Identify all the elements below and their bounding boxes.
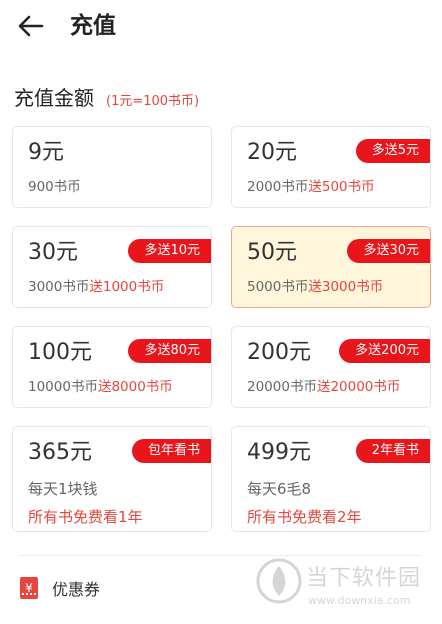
option-bonus-coins: 送500书币	[308, 179, 375, 195]
option-bonus-coins: 送8000书币	[97, 379, 173, 395]
watermark-logo-icon	[256, 558, 302, 604]
amount-option-20[interactable]: 20元 多送5元 2000书币送500书币	[231, 126, 431, 208]
plan-option-1-year[interactable]: 365元 包年看书 每天1块钱 所有书免费看1年	[12, 426, 212, 532]
option-coins: 5000书币送3000书币	[247, 278, 383, 296]
option-bonus-coins: 送1000书币	[89, 279, 165, 295]
back-button[interactable]	[12, 8, 48, 44]
option-coins: 3000书币送1000书币	[28, 278, 164, 296]
option-price: 200元	[247, 340, 311, 365]
option-bonus-coins: 送3000书币	[308, 279, 384, 295]
bonus-badge: 多送5元	[355, 139, 430, 163]
option-base-coins: 20000书币	[247, 379, 317, 395]
coupon-row[interactable]: ¥ 优惠券	[20, 574, 100, 602]
plan-benefit: 所有书免费看1年	[28, 508, 143, 526]
amount-option-200[interactable]: 200元 多送200元 20000书币送20000书币	[231, 326, 431, 408]
amount-section-header: 充值金额 (1元=100书币)	[14, 82, 199, 110]
amount-option-100[interactable]: 100元 多送80元 10000书币送8000书币	[12, 326, 212, 408]
bonus-badge: 多送30元	[347, 239, 430, 263]
plan-badge: 包年看书	[131, 439, 211, 463]
coupon-icon: ¥	[20, 577, 38, 599]
header: 充值	[0, 0, 442, 54]
recharge-page: 充值 充值金额 (1元=100书币) 9元 900书币 20元 多送5元 200…	[0, 0, 442, 624]
bonus-badge: 多送200元	[339, 339, 430, 363]
option-price: 30元	[28, 240, 78, 265]
plan-badge: 2年看书	[355, 439, 430, 463]
plan-benefit: 所有书免费看2年	[247, 508, 362, 526]
option-coins: 2000书币送500书币	[247, 178, 375, 196]
coupon-label: 优惠券	[52, 580, 101, 599]
option-price: 100元	[28, 340, 92, 365]
plan-daily-cost: 每天1块钱	[28, 480, 98, 498]
amount-option-50[interactable]: 50元 多送30元 5000书币送3000书币	[231, 226, 431, 308]
option-bonus-coins: 送20000书币	[316, 379, 401, 395]
option-price: 50元	[247, 240, 297, 265]
option-base-coins: 5000书币	[247, 279, 309, 295]
amount-option-9[interactable]: 9元 900书币	[12, 126, 212, 208]
option-coins: 10000书币送8000书币	[28, 378, 173, 396]
arrow-left-icon	[18, 15, 44, 37]
section-title: 充值金额	[14, 86, 94, 110]
option-coins: 20000书币送20000书币	[247, 378, 400, 396]
option-coins: 900书币	[28, 178, 81, 196]
site-watermark: 当下软件园 www.downxia.com	[256, 556, 442, 624]
page-title: 充值	[70, 13, 116, 39]
option-price: 20元	[247, 140, 297, 165]
plan-daily-cost: 每天6毛8	[247, 480, 312, 498]
bonus-badge: 多送10元	[128, 239, 211, 263]
watermark-text: 当下软件园	[306, 566, 422, 591]
plan-option-2-year[interactable]: 499元 2年看书 每天6毛8 所有书免费看2年	[231, 426, 431, 532]
amount-option-30[interactable]: 30元 多送10元 3000书币送1000书币	[12, 226, 212, 308]
option-base-coins: 900书币	[28, 179, 81, 195]
option-base-coins: 10000书币	[28, 379, 98, 395]
option-price: 9元	[28, 140, 64, 165]
plan-price: 499元	[247, 440, 311, 465]
option-base-coins: 2000书币	[247, 179, 309, 195]
watermark-url: www.downxia.com	[308, 594, 411, 607]
plan-price: 365元	[28, 440, 92, 465]
exchange-rate-hint: (1元=100书币)	[106, 94, 200, 109]
option-base-coins: 3000书币	[28, 279, 90, 295]
bonus-badge: 多送80元	[128, 339, 211, 363]
